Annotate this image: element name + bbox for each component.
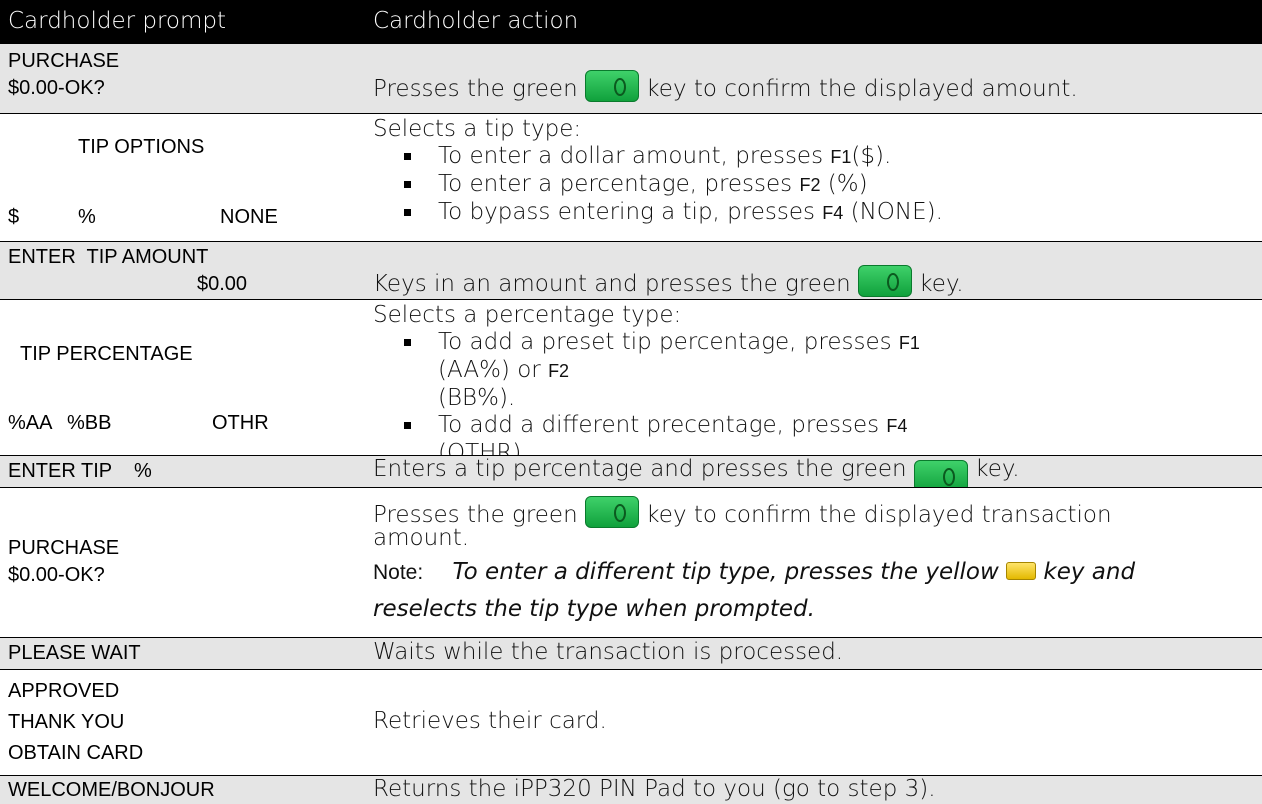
- prompt-line: PURCHASE: [8, 50, 120, 72]
- prompt-line: APPROVED: [8, 680, 120, 702]
- table-row: WELCOME/BONJOUR Returns the iPP320 PIN P…: [0, 776, 1262, 804]
- action-text: Returns the iPP320 PIN Pad to you (go to…: [373, 776, 936, 802]
- table-row: ENTER TIP AMOUNT $0.00 Keys in an amount…: [0, 242, 1262, 299]
- table-row: TIP PERCENTAGE %AA %BB OTHR Selects a pe…: [0, 300, 1262, 466]
- note: Note: To enter a different tip type, pre…: [373, 559, 1136, 585]
- header-action: Cardholder action: [373, 8, 579, 34]
- note-cont: reselects the tip type when prompted.: [373, 596, 815, 622]
- action-intro: Selects a percentage type:: [373, 302, 682, 328]
- bullet-item: To add a preset tip percentage, presses …: [398, 329, 958, 412]
- prompt-option: OTHR: [212, 412, 269, 434]
- prompt-line: PURCHASE: [8, 537, 120, 559]
- bullet-item: To bypass entering a tip, presses F4 (NO…: [398, 199, 943, 227]
- bullet-list: To enter a dollar amount, presses F1($).…: [398, 143, 943, 227]
- prompt-line: $0.00: [197, 273, 248, 295]
- green-key-icon: [858, 265, 912, 297]
- note-label: Note:: [373, 561, 424, 584]
- bullet-item: To enter a dollar amount, presses F1($).: [398, 143, 943, 171]
- action-text: Presses the green key to confirm the dis…: [373, 496, 1112, 529]
- prompt-line: THANK YOU: [8, 711, 125, 733]
- green-key-icon: [584, 70, 639, 102]
- table-row: APPROVED THANK YOU OBTAIN CARD Retrieves…: [0, 670, 1262, 775]
- prompt-option: %AA: [8, 412, 53, 434]
- action-text: Retrieves their card.: [373, 708, 607, 734]
- prompt-line: WELCOME/BONJOUR: [8, 779, 215, 801]
- prompt-line: OBTAIN CARD: [8, 742, 144, 764]
- prompt-line: ENTER TIP AMOUNT: [8, 246, 209, 268]
- prompt-line: $0.00-OK?: [8, 564, 105, 586]
- table-row: ENTER TIP % Enters a tip percentage and …: [0, 456, 1262, 492]
- prompt-option: %: [78, 206, 96, 228]
- action-text: Waits while the transaction is processed…: [373, 639, 844, 665]
- prompt-line: $0.00-OK?: [8, 77, 105, 99]
- bullet-list: To add a preset tip percentage, presses …: [398, 329, 958, 467]
- green-key-icon: [584, 496, 639, 528]
- bullet-item: To enter a percentage, presses F2 (%): [398, 171, 943, 199]
- prompt-title: TIP PERCENTAGE: [20, 343, 193, 365]
- prompt-option: %BB: [67, 412, 112, 434]
- action-text: Keys in an amount and presses the green …: [373, 265, 964, 298]
- prompt-line: PLEASE WAIT: [8, 642, 141, 664]
- action-text: Presses the green key to confirm the dis…: [373, 70, 1078, 103]
- header-prompt: Cardholder prompt: [8, 8, 227, 34]
- table-row: PURCHASE $0.00-OK? Presses the green key…: [0, 488, 1262, 637]
- prompt-option: $: [8, 206, 20, 228]
- table-row: PURCHASE $0.00-OK? Presses the green key…: [0, 44, 1262, 113]
- table-row: TIP OPTIONS $ % NONE Selects a tip type:…: [0, 114, 1262, 241]
- prompt-title: TIP OPTIONS: [78, 136, 205, 158]
- prompt-line: ENTER TIP %: [8, 460, 152, 482]
- table-header: Cardholder prompt Cardholder action: [0, 0, 1262, 44]
- yellow-key-icon: [1006, 562, 1037, 580]
- action-intro: Selects a tip type:: [373, 116, 582, 142]
- action-text-cont: amount.: [373, 525, 470, 551]
- table-row: PLEASE WAIT Waits while the transaction …: [0, 638, 1262, 669]
- prompt-option: NONE: [220, 206, 278, 228]
